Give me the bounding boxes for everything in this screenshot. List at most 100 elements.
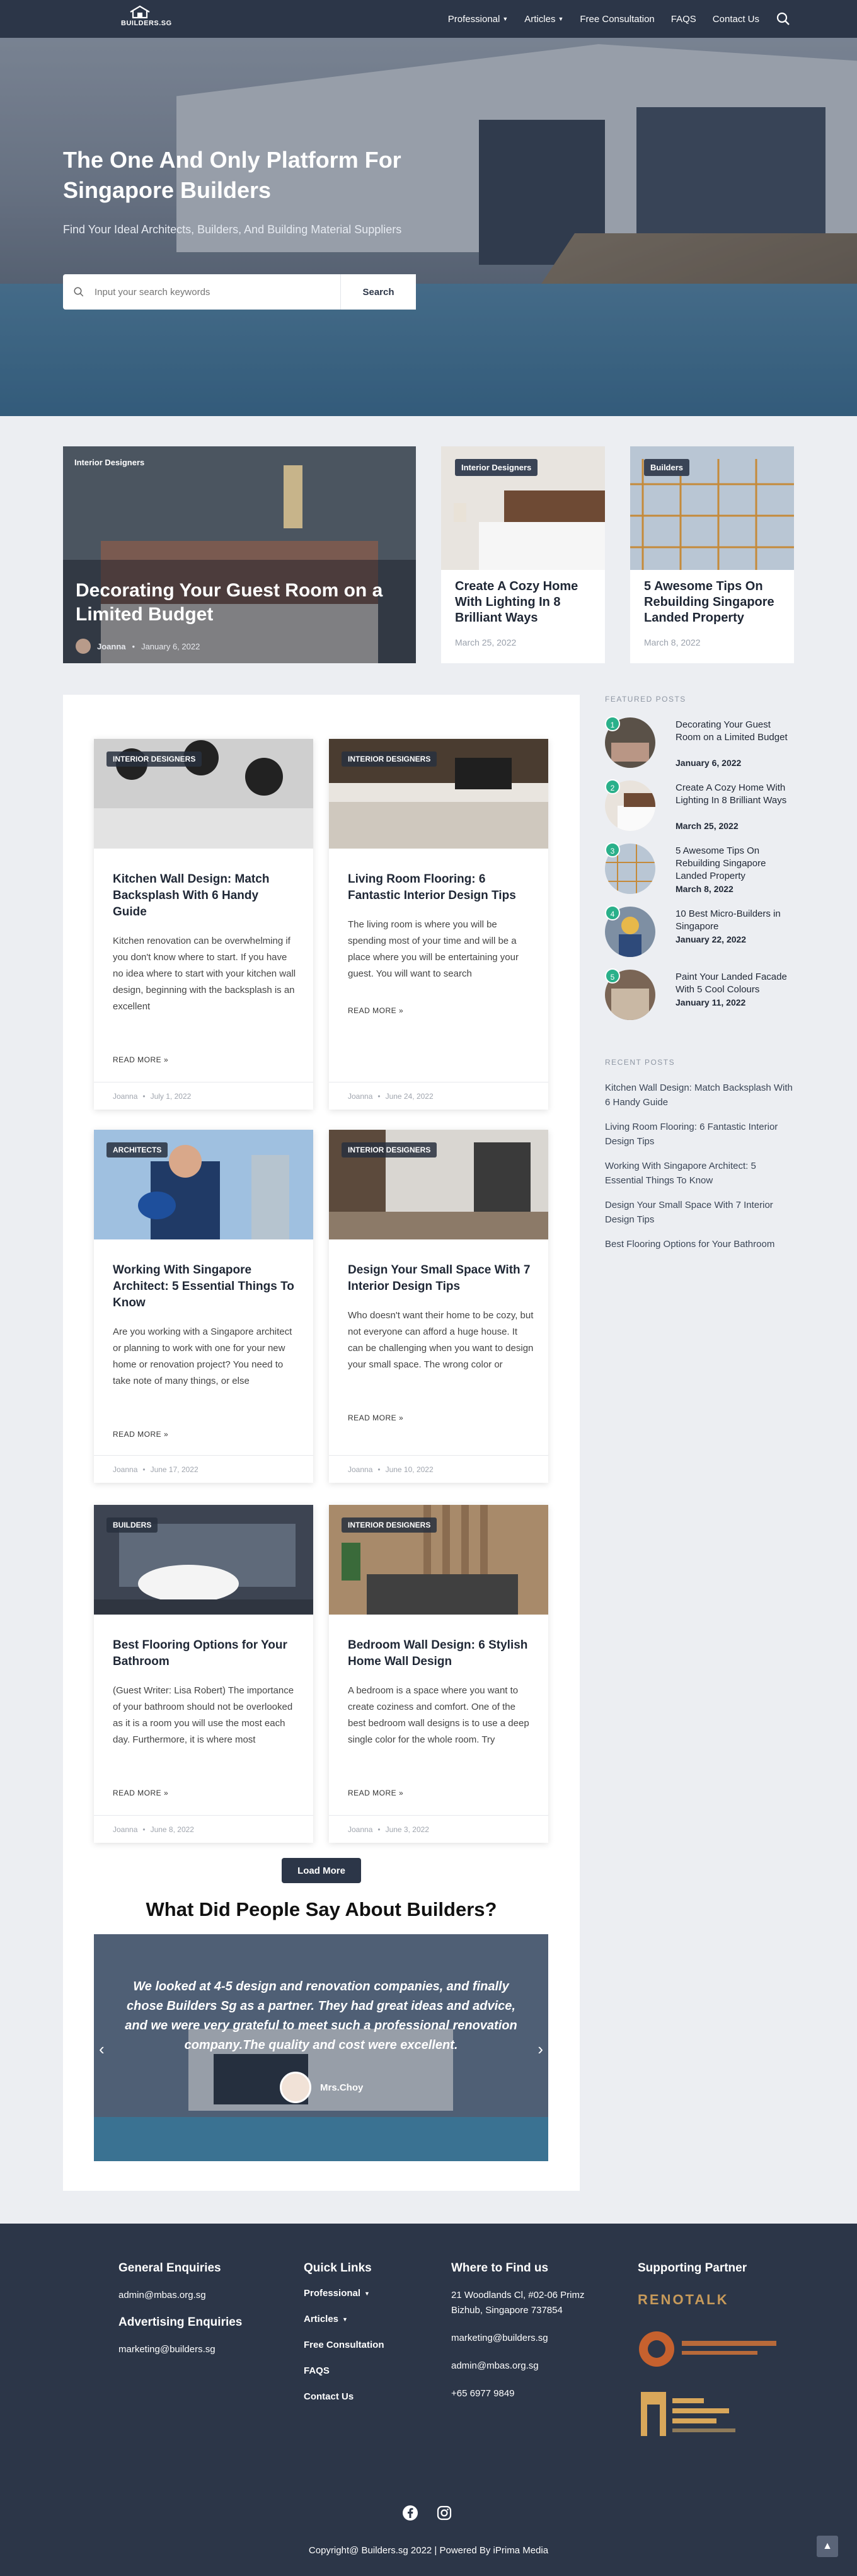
footer-link-professional[interactable]: Professional ▼ xyxy=(304,2288,430,2299)
recent-post-link[interactable]: Kitchen Wall Design: Match Backsplash Wi… xyxy=(605,1081,794,1110)
category-badge[interactable]: INTERIOR DESIGNERS xyxy=(106,751,202,767)
post-card[interactable]: INTERIOR DESIGNERS Bedroom Wall Design: … xyxy=(329,1505,548,1843)
nav-articles[interactable]: Articles ▼ xyxy=(524,14,563,25)
featured-post-3[interactable]: Builders 5 Awesome Tips On Rebuilding Si… xyxy=(630,446,794,663)
author-name[interactable]: Joanna xyxy=(348,1092,372,1101)
author-name[interactable]: Joanna xyxy=(97,642,126,651)
nav-faqs[interactable]: FAQS xyxy=(671,14,696,25)
recent-post-link[interactable]: Living Room Flooring: 6 Fantastic Interi… xyxy=(605,1120,794,1149)
post-excerpt: Are you working with a Singapore archite… xyxy=(113,1326,292,1386)
author-name[interactable]: Joanna xyxy=(113,1465,137,1474)
next-arrow-icon[interactable]: › xyxy=(538,2039,543,2059)
search-input[interactable] xyxy=(95,286,340,298)
search-icon[interactable] xyxy=(776,11,791,26)
read-more-link[interactable]: READ MORE » xyxy=(113,1055,168,1064)
footer-enquiries: General Enquiries admin@mbas.org.sg Adve… xyxy=(118,2261,270,2370)
sidebar-featured-item[interactable]: 4 10 Best Micro-Builders in Singapore Ja… xyxy=(605,905,794,970)
category-badge[interactable]: Interior Designers xyxy=(455,459,538,476)
read-more-link[interactable]: READ MORE » xyxy=(113,1430,168,1439)
nav-free-consultation[interactable]: Free Consultation xyxy=(580,14,654,25)
phone-number[interactable]: +65 6977 9849 xyxy=(451,2386,615,2401)
read-more-link[interactable]: READ MORE » xyxy=(348,1006,403,1015)
nav-professional[interactable]: Professional ▼ xyxy=(448,14,508,25)
advertising-email[interactable]: marketing@builders.sg xyxy=(118,2342,270,2357)
featured-post-2[interactable]: Interior Designers Create A Cozy Home Wi… xyxy=(441,446,605,663)
post-card[interactable]: ARCHITECTS Working With Singapore Archit… xyxy=(94,1130,313,1483)
read-more-link[interactable]: READ MORE » xyxy=(348,1413,403,1422)
post-card[interactable]: INTERIOR DESIGNERS Kitchen Wall Design: … xyxy=(94,739,313,1110)
featured-title[interactable]: Create A Cozy Home With Lighting In 8 Br… xyxy=(455,579,594,626)
post-excerpt: (Guest Writer: Lisa Robert) The importan… xyxy=(113,1685,294,1745)
featured-posts-heading: FEATURED POSTS xyxy=(605,695,686,704)
category-badge[interactable]: INTERIOR DESIGNERS xyxy=(342,1517,437,1533)
category-badge[interactable]: Builders xyxy=(644,459,690,476)
rank-badge: 5 xyxy=(605,968,620,983)
author-name[interactable]: Joanna xyxy=(348,1465,372,1474)
footer-location: Where to Find us 21 Woodlands Cl, #02-06… xyxy=(451,2261,615,2414)
featured-post-main[interactable]: Interior Designers Decorating Your Guest… xyxy=(63,446,416,663)
author-name: Mrs.Choy xyxy=(320,2082,364,2093)
post-excerpt: Who doesn't want their home to be cozy, … xyxy=(348,1310,534,1370)
post-date: March 8, 2022 xyxy=(676,884,733,894)
facebook-icon[interactable] xyxy=(402,2505,418,2521)
category-badge[interactable]: ARCHITECTS xyxy=(106,1142,168,1157)
sidebar-post-title[interactable]: 10 Best Micro-Builders in Singapore xyxy=(676,908,789,933)
instagram-icon[interactable] xyxy=(436,2505,452,2521)
sidebar-post-title[interactable]: Create A Cozy Home With Lighting In 8 Br… xyxy=(676,782,789,807)
category-badge[interactable]: Interior Designers xyxy=(74,458,144,467)
prev-arrow-icon[interactable]: ‹ xyxy=(99,2039,105,2059)
rank-badge: 3 xyxy=(605,842,620,857)
singapore-reno-association-logo[interactable] xyxy=(638,2327,789,2371)
search-button[interactable]: Search xyxy=(340,274,416,310)
sidebar-featured-item[interactable]: 2 Create A Cozy Home With Lighting In 8 … xyxy=(605,779,794,844)
post-title[interactable]: Living Room Flooring: 6 Fantastic Interi… xyxy=(348,871,531,904)
nav-contact-us[interactable]: Contact Us xyxy=(713,14,759,25)
footer-link-contact-us[interactable]: Contact Us xyxy=(304,2391,430,2402)
sidebar-post-title[interactable]: 5 Awesome Tips On Rebuilding Singapore L… xyxy=(676,845,789,883)
where-to-find-us-heading: Where to Find us xyxy=(451,2261,549,2275)
post-card[interactable]: INTERIOR DESIGNERS Living Room Flooring:… xyxy=(329,739,548,1110)
recent-post-link[interactable]: Best Flooring Options for Your Bathroom xyxy=(605,1237,794,1251)
author-name[interactable]: Joanna xyxy=(113,1092,137,1101)
general-email[interactable]: admin@mbas.org.sg xyxy=(118,2288,270,2303)
marketing-email[interactable]: marketing@builders.sg xyxy=(451,2331,615,2346)
site-logo[interactable]: BUILDERS.SG xyxy=(121,5,171,32)
recent-post-link[interactable]: Design Your Small Space With 7 Interior … xyxy=(605,1198,794,1227)
footer-link-faqs[interactable]: FAQS xyxy=(304,2365,430,2376)
author-name[interactable]: Joanna xyxy=(348,1825,372,1834)
sidebar-post-title[interactable]: Decorating Your Guest Room on a Limited … xyxy=(676,719,789,744)
recent-post-link[interactable]: Working With Singapore Architect: 5 Esse… xyxy=(605,1159,794,1188)
post-title[interactable]: Working With Singapore Architect: 5 Esse… xyxy=(113,1262,296,1311)
category-badge[interactable]: BUILDERS xyxy=(106,1517,158,1533)
scroll-to-top-icon[interactable]: ▲ xyxy=(817,2536,838,2557)
read-more-link[interactable]: READ MORE » xyxy=(348,1789,403,1797)
admin-email[interactable]: admin@mbas.org.sg xyxy=(451,2358,615,2374)
footer-link-articles[interactable]: Articles ▼ xyxy=(304,2314,430,2324)
sidebar-featured-item[interactable]: 1 Decorating Your Guest Room on a Limite… xyxy=(605,716,794,780)
read-more-link[interactable]: READ MORE » xyxy=(113,1789,168,1797)
post-image: ARCHITECTS xyxy=(94,1130,313,1239)
post-title[interactable]: Design Your Small Space With 7 Interior … xyxy=(348,1262,531,1295)
sidebar-featured-item[interactable]: 5 Paint Your Landed Facade With 5 Cool C… xyxy=(605,968,794,1033)
post-title[interactable]: Bedroom Wall Design: 6 Stylish Home Wall… xyxy=(348,1637,531,1670)
category-badge[interactable]: INTERIOR DESIGNERS xyxy=(342,1142,437,1157)
footer-link-free-consultation[interactable]: Free Consultation xyxy=(304,2340,430,2350)
post-title[interactable]: Best Flooring Options for Your Bathroom xyxy=(113,1637,296,1670)
load-more-button[interactable]: Load More xyxy=(282,1858,361,1883)
post-card[interactable]: BUILDERS Best Flooring Options for Your … xyxy=(94,1505,313,1843)
renotalk-logo[interactable]: RENOTALK xyxy=(638,2292,789,2308)
post-title[interactable]: Kitchen Wall Design: Match Backsplash Wi… xyxy=(113,871,296,920)
quick-links-heading: Quick Links xyxy=(304,2261,372,2275)
mbas-logo[interactable] xyxy=(638,2386,789,2442)
post-date: January 6, 2022 xyxy=(141,641,200,651)
sidebar-featured-item[interactable]: 3 5 Awesome Tips On Rebuilding Singapore… xyxy=(605,842,794,907)
sidebar-post-title[interactable]: Paint Your Landed Facade With 5 Cool Col… xyxy=(676,971,789,996)
category-badge[interactable]: INTERIOR DESIGNERS xyxy=(342,751,437,767)
rank-badge: 4 xyxy=(605,905,620,920)
post-card[interactable]: INTERIOR DESIGNERS Design Your Small Spa… xyxy=(329,1130,548,1483)
post-date: March 25, 2022 xyxy=(455,637,517,647)
featured-title[interactable]: 5 Awesome Tips On Rebuilding Singapore L… xyxy=(644,579,783,626)
post-date: January 11, 2022 xyxy=(676,997,746,1007)
author-name[interactable]: Joanna xyxy=(113,1825,137,1834)
featured-title[interactable]: Decorating Your Guest Room on a Limited … xyxy=(76,579,403,627)
